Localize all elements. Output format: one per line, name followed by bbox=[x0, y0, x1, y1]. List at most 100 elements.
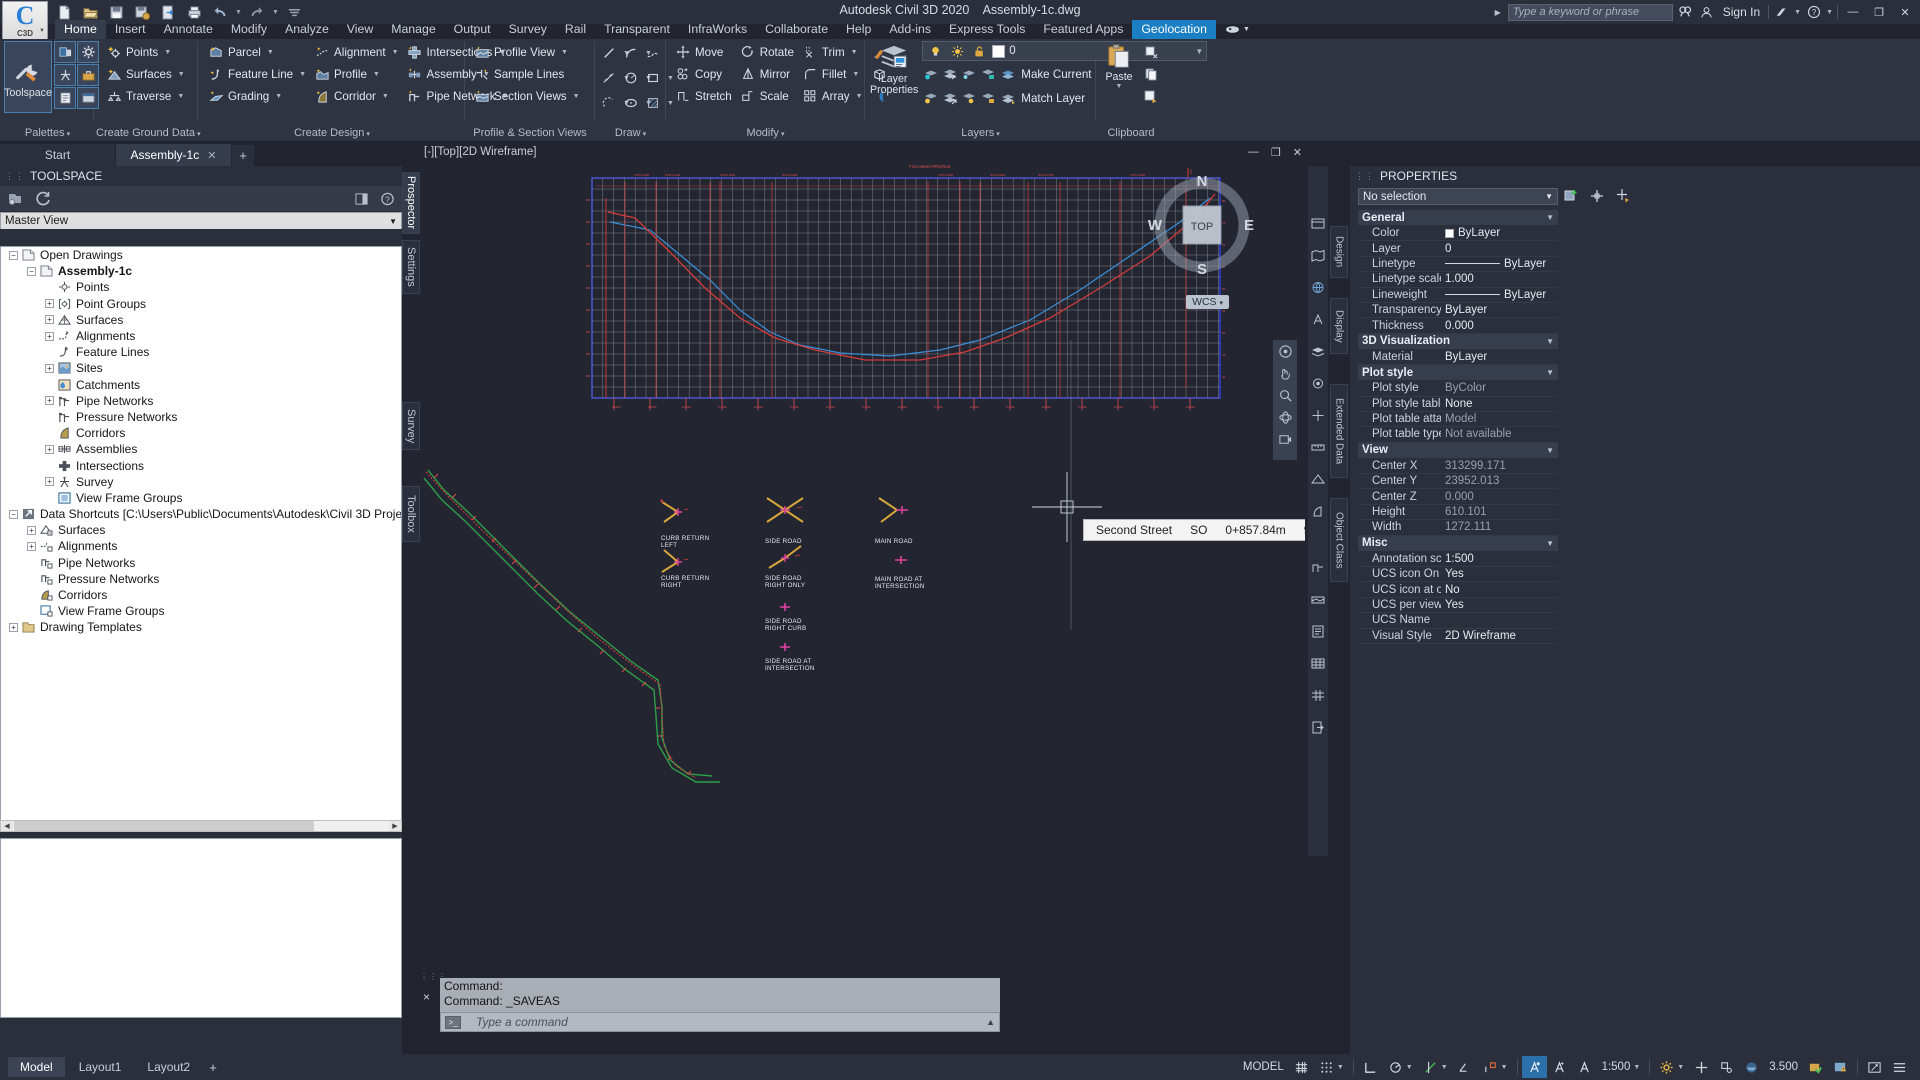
layer-unlock-icon[interactable] bbox=[979, 89, 997, 107]
layer-color-swatch[interactable] bbox=[992, 45, 1005, 58]
section-tool-icon[interactable] bbox=[1308, 590, 1328, 609]
corridor-tool-icon[interactable] bbox=[1308, 502, 1328, 521]
style-icon[interactable] bbox=[1308, 374, 1328, 393]
ribbon-tab-annotate[interactable]: Annotate bbox=[155, 20, 222, 39]
ribbon-tab-insert[interactable]: Insert bbox=[106, 20, 155, 39]
export-tool-icon[interactable] bbox=[1308, 718, 1328, 737]
property-value[interactable]: Model bbox=[1441, 413, 1558, 425]
panorama-icon[interactable] bbox=[54, 41, 76, 63]
polar-caret[interactable]: ▼ bbox=[1406, 1064, 1413, 1071]
scroll-right-arrow[interactable]: ▶ bbox=[389, 821, 401, 831]
property-value[interactable]: 1272.111 bbox=[1441, 521, 1558, 533]
surfaces-button[interactable]: Surfaces▼ bbox=[102, 63, 197, 85]
properties-selection-caret[interactable]: ▼ bbox=[1545, 192, 1553, 201]
toolspace-view-caret[interactable]: ▼ bbox=[389, 217, 397, 226]
scale-button[interactable]: Scale bbox=[736, 85, 798, 107]
arc-tool[interactable]: ▼ bbox=[622, 41, 644, 65]
customization-icon[interactable] bbox=[1887, 1056, 1912, 1078]
autoscale-icon[interactable] bbox=[1547, 1056, 1572, 1078]
new-document-tab-button[interactable]: + bbox=[232, 145, 254, 166]
property-value[interactable]: Yes bbox=[1441, 599, 1558, 611]
inquiry-icon[interactable] bbox=[54, 87, 76, 109]
property-value[interactable]: 23952.013 bbox=[1441, 475, 1558, 487]
properties-tab-object-class[interactable]: Object Class bbox=[1330, 498, 1348, 582]
tree-expander-plus[interactable]: + bbox=[9, 623, 18, 632]
ribbon-tab-add-ins[interactable]: Add-ins bbox=[880, 20, 940, 39]
property-value[interactable]: 2D Wireframe bbox=[1441, 630, 1558, 642]
zoom-extents-icon[interactable] bbox=[1273, 384, 1297, 406]
toolspace-view-selector[interactable]: Master View ▼ bbox=[0, 212, 402, 229]
viewport-close-icon[interactable]: ✕ bbox=[1293, 146, 1302, 159]
property-value[interactable]: 1.000 bbox=[1441, 273, 1558, 285]
ribbon-overflow-icon[interactable]: ▼ bbox=[1216, 20, 1259, 39]
document-tab-close-icon[interactable]: ✕ bbox=[207, 149, 216, 162]
paste-caret[interactable]: ▼ bbox=[1116, 83, 1123, 90]
command-expand-icon[interactable]: ▲ bbox=[986, 1017, 995, 1027]
tree-expander-minus[interactable]: − bbox=[27, 267, 36, 276]
layout-tab-layout1[interactable]: Layout1 bbox=[67, 1057, 134, 1077]
tree-node-alignments[interactable]: +Alignments bbox=[1, 328, 401, 344]
ribbon-tab-survey[interactable]: Survey bbox=[500, 20, 556, 39]
panel-toggle-icon[interactable] bbox=[352, 190, 370, 208]
property-value[interactable]: Yes bbox=[1441, 568, 1558, 580]
tree-node-corridors[interactable]: Corridors bbox=[1, 587, 401, 603]
snap-caret[interactable]: ▼ bbox=[1337, 1064, 1344, 1071]
tree-node-sites[interactable]: +Sites bbox=[1, 360, 401, 376]
tree-node-corridors[interactable]: Corridors bbox=[1, 425, 401, 441]
annotation-scale-value[interactable]: 1:500 ▼ bbox=[1597, 1056, 1646, 1078]
hardware-acceleration-icon[interactable] bbox=[1714, 1056, 1739, 1078]
trim-button[interactable]: Trim▼ bbox=[798, 41, 867, 63]
object-snap-icon[interactable]: ▼ bbox=[1418, 1056, 1453, 1078]
document-tab-start[interactable]: Start bbox=[0, 144, 115, 166]
tree-node-points[interactable]: Points bbox=[1, 279, 401, 295]
copy-button[interactable]: Copy bbox=[671, 63, 736, 85]
tree-node-pipe-networks[interactable]: +Pipe Networks bbox=[1, 393, 401, 409]
autodesk-logo-icon[interactable] bbox=[1773, 4, 1790, 21]
properties-group-general[interactable]: General▼ bbox=[1358, 210, 1558, 225]
toolspace-grip[interactable]: ⋮⋮ bbox=[5, 171, 25, 182]
point-tool-icon[interactable] bbox=[1308, 406, 1328, 425]
corridor-button[interactable]: Corridor▼ bbox=[310, 85, 403, 107]
ribbon-tab-featured-apps[interactable]: Featured Apps bbox=[1034, 20, 1132, 39]
new-layout-button[interactable]: + bbox=[204, 1057, 222, 1077]
section-views-button[interactable]: Section Views▼ bbox=[470, 85, 594, 107]
map-icon[interactable] bbox=[1308, 246, 1328, 265]
mirror-button[interactable]: Mirror bbox=[736, 63, 798, 85]
copy-clip-button[interactable] bbox=[1139, 63, 1163, 85]
points-button[interactable]: Points▼ bbox=[102, 41, 197, 63]
profile-button[interactable]: Profile▼ bbox=[310, 63, 403, 85]
tree-node-surfaces[interactable]: +Surfaces bbox=[1, 312, 401, 328]
workspace-caret[interactable]: ▼ bbox=[1677, 1064, 1684, 1071]
ribbon-tab-home[interactable]: Home bbox=[55, 20, 106, 39]
paste-special-button[interactable] bbox=[1139, 85, 1163, 107]
grid-tool-icon[interactable] bbox=[1308, 686, 1328, 705]
properties-group-view[interactable]: View▼ bbox=[1358, 443, 1558, 458]
drawing-canvas[interactable]: STA 0+000STA 0+100 STA 0+200STA 0+300 ST… bbox=[420, 160, 1305, 825]
layer-thaw-icon[interactable] bbox=[960, 89, 978, 107]
workspace-switch-icon[interactable] bbox=[1308, 214, 1328, 233]
tree-expander-plus[interactable]: + bbox=[27, 526, 36, 535]
toolspace-tree[interactable]: −Open Drawings−Assembly-1cPoints+Point G… bbox=[0, 246, 402, 826]
toolspace-tab-prospector[interactable]: Prospector bbox=[402, 172, 420, 234]
survey-icon[interactable] bbox=[54, 64, 76, 86]
pipe-tool-icon[interactable] bbox=[1308, 558, 1328, 577]
tree-node-intersections[interactable]: Intersections bbox=[1, 457, 401, 473]
tree-expander-plus[interactable]: + bbox=[45, 445, 54, 454]
command-line-close-icon[interactable]: × bbox=[423, 990, 430, 1004]
tree-node-pressure-networks[interactable]: Pressure Networks bbox=[1, 571, 401, 587]
tree-node-assemblies[interactable]: +Assemblies bbox=[1, 441, 401, 457]
units-icon[interactable] bbox=[1803, 1056, 1828, 1078]
command-history-caret[interactable]: ▼ bbox=[465, 1019, 472, 1026]
properties-selection-combo[interactable]: No selection ▼ bbox=[1358, 188, 1558, 205]
report-icon[interactable] bbox=[1308, 622, 1328, 641]
property-value[interactable]: 313299.171 bbox=[1441, 460, 1558, 472]
toolspace-button[interactable]: Toolspace bbox=[4, 41, 52, 113]
select-objects-icon[interactable] bbox=[1614, 187, 1631, 204]
properties-group-caret[interactable]: ▼ bbox=[1546, 368, 1554, 377]
property-value[interactable]: ByLayer bbox=[1441, 351, 1558, 363]
tree-node-surfaces[interactable]: +Surfaces bbox=[1, 522, 401, 538]
isolate-objects-icon[interactable] bbox=[1689, 1056, 1714, 1078]
property-value[interactable]: 0.000 bbox=[1441, 491, 1558, 503]
toolspace-horizontal-scrollbar[interactable]: ◀ ▶ bbox=[0, 820, 402, 832]
model-space-toggle[interactable]: MODEL bbox=[1238, 1056, 1289, 1078]
